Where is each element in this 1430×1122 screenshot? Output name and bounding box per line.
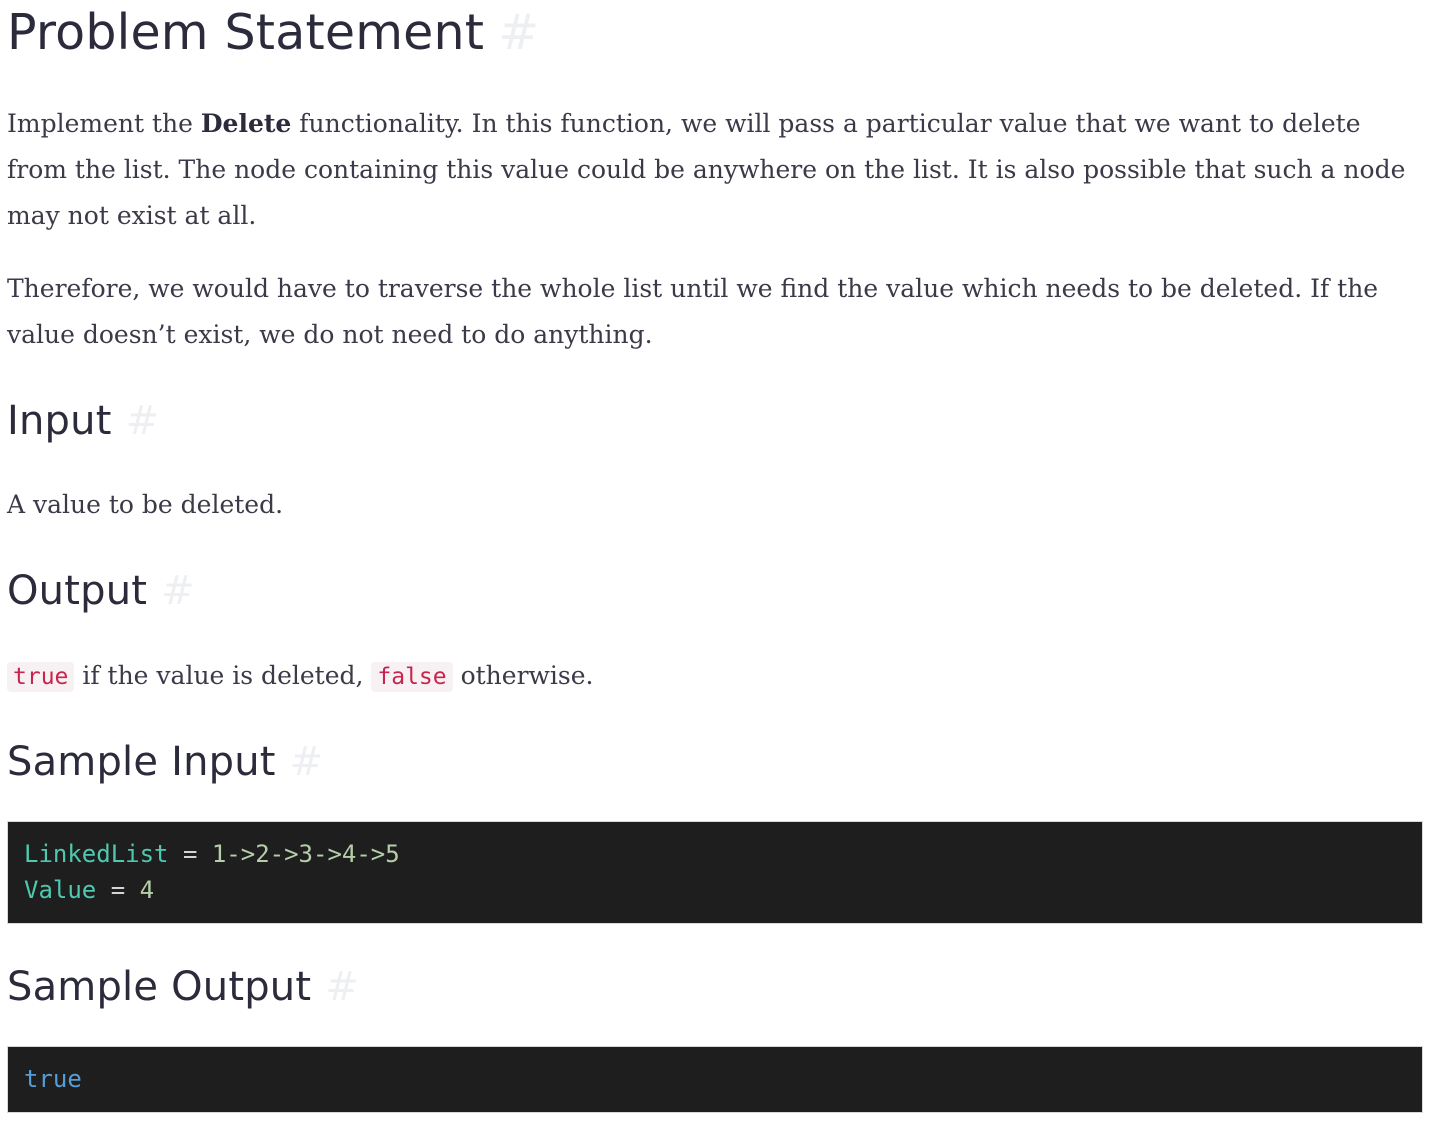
sample-input-heading: Sample Input #	[7, 735, 323, 789]
code-line-1: LinkedList = 1->2->3->4->5	[24, 836, 1406, 872]
output-middle-text: if the value is deleted,	[74, 661, 372, 690]
page-title: Problem Statement #	[7, 0, 539, 66]
code-operator: =	[96, 876, 140, 904]
sample-input-code-block[interactable]: LinkedList = 1->2->3->4->5 Value = 4	[7, 821, 1423, 924]
page-title-text: Problem Statement	[7, 4, 485, 61]
output-description: true if the value is deleted, false othe…	[7, 653, 1423, 700]
output-suffix-text: otherwise.	[452, 661, 594, 690]
code-operator: =	[168, 840, 212, 868]
intro-bold-term: Delete	[200, 109, 292, 138]
code-variable: LinkedList	[24, 840, 169, 868]
code-variable: Value	[24, 876, 97, 904]
input-heading: Input #	[7, 394, 159, 448]
sample-output-anchor-link[interactable]: #	[325, 964, 359, 1010]
intro-prefix: Implement the	[7, 109, 201, 138]
inline-code-false: false	[371, 662, 453, 692]
code-line-1: true	[24, 1061, 1406, 1097]
output-anchor-link[interactable]: #	[161, 568, 195, 614]
intro-paragraph-2: Therefore, we would have to traverse the…	[7, 274, 1379, 349]
title-anchor-link[interactable]: #	[498, 4, 539, 61]
code-value: 1->2->3->4->5	[211, 840, 400, 868]
code-line-2: Value = 4	[24, 872, 1406, 908]
output-heading: Output #	[7, 564, 195, 618]
inline-code-true: true	[7, 662, 75, 692]
sample-output-heading-text: Sample Output	[7, 964, 312, 1010]
code-keyword: true	[24, 1065, 82, 1093]
sample-output-heading: Sample Output #	[7, 960, 359, 1014]
sample-input-heading-text: Sample Input	[7, 739, 276, 785]
input-anchor-link[interactable]: #	[126, 398, 160, 444]
code-value: 4	[139, 876, 155, 904]
sample-output-code-block[interactable]: true	[7, 1046, 1423, 1113]
input-heading-text: Input	[7, 398, 112, 444]
sample-input-anchor-link[interactable]: #	[290, 739, 324, 785]
input-description: A value to be deleted.	[7, 490, 284, 519]
output-heading-text: Output	[7, 568, 148, 614]
intro-paragraph: Implement the Delete functionality. In t…	[7, 101, 1423, 239]
